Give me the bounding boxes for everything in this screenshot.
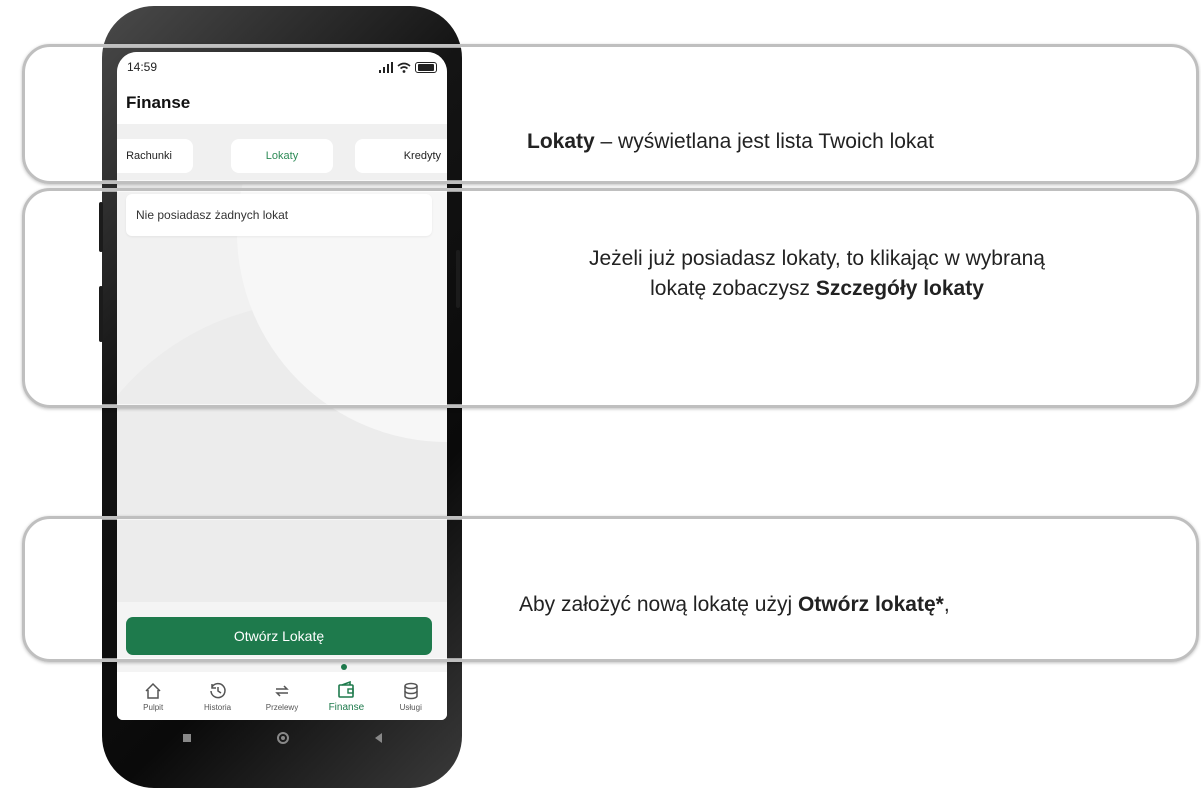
content-area: Nie posiadasz żadnych lokat xyxy=(117,182,447,602)
nav-label: Usługi xyxy=(399,702,422,712)
bottom-nav: Pulpit Historia Przelewy Finanse Usługi xyxy=(117,672,447,720)
volume-down-button xyxy=(99,286,103,342)
recent-apps-icon[interactable] xyxy=(182,734,191,742)
nav-item-uslugi[interactable]: Usługi xyxy=(383,681,439,712)
open-deposit-button[interactable]: Otwórz Lokatę xyxy=(126,617,432,655)
nav-item-pulpit[interactable]: Pulpit xyxy=(125,681,181,712)
page-title: Finanse xyxy=(126,93,191,112)
nav-item-historia[interactable]: Historia xyxy=(190,681,246,712)
nav-item-przelewy[interactable]: Przelewy xyxy=(254,681,310,712)
status-bar: 14:59 xyxy=(117,52,447,82)
callout-text: – wyświetlana jest lista Twoich lokat xyxy=(594,130,934,153)
back-icon[interactable] xyxy=(374,733,382,743)
nav-label: Historia xyxy=(204,702,232,712)
status-time: 14:59 xyxy=(127,60,158,74)
home-icon xyxy=(145,682,161,699)
history-icon xyxy=(209,682,226,698)
tab-kredyty[interactable]: Kredyty xyxy=(355,139,447,173)
callout-text: Aby założyć nową lokatę użyj xyxy=(519,593,798,616)
signal-icon xyxy=(379,61,393,73)
phone-screen: 14:59 Finanse Rachunki Lokaty Kredyty Ni… xyxy=(117,52,447,720)
nav-label: Pulpit xyxy=(143,702,164,712)
callout-text-details: Jeżeli już posiadasz lokaty, to klikając… xyxy=(507,244,1127,304)
power-button xyxy=(456,250,460,308)
tab-label: Lokaty xyxy=(265,150,299,162)
status-icons xyxy=(379,61,437,73)
nav-label: Finanse xyxy=(328,701,365,713)
home-circle-icon[interactable] xyxy=(276,732,289,744)
callout-line: lokatę zobaczysz Szczegóły lokaty xyxy=(507,274,1127,304)
open-deposit-label: Otwórz Lokatę xyxy=(233,628,325,644)
callout-line: Jeżeli już posiadasz lokaty, to klikając… xyxy=(589,247,1045,270)
database-icon xyxy=(404,682,418,699)
callout-bold: Szczegóły lokaty xyxy=(815,277,984,300)
callout-bold: Otwórz lokatę* xyxy=(797,593,944,616)
empty-state-card: Nie posiadasz żadnych lokat xyxy=(126,194,432,236)
tab-lokaty[interactable]: Lokaty xyxy=(231,139,333,173)
callout-text: lokatę zobaczysz xyxy=(650,277,816,300)
volume-up-button xyxy=(99,202,103,252)
battery-icon xyxy=(415,61,437,73)
callout-bold: Lokaty xyxy=(527,130,595,153)
wifi-icon xyxy=(397,62,411,73)
active-indicator-dot xyxy=(341,664,347,670)
callout-text: , xyxy=(943,593,950,616)
callout-text-lokaty: Lokaty – wyświetlana jest lista Twoich l… xyxy=(527,127,934,157)
app-header: Finanse xyxy=(117,82,447,124)
tab-label: Rachunki xyxy=(126,150,172,162)
tabs-bar: Rachunki Lokaty Kredyty xyxy=(117,124,447,182)
callout-text-open: Aby założyć nową lokatę użyj Otwórz loka… xyxy=(519,590,950,620)
empty-state-message: Nie posiadasz żadnych lokat xyxy=(136,208,289,222)
tab-rachunki[interactable]: Rachunki xyxy=(117,139,193,173)
system-nav-bar xyxy=(117,720,447,756)
nav-label: Przelewy xyxy=(265,702,299,712)
finance-icon xyxy=(338,680,355,698)
tab-label: Kredyty xyxy=(403,150,441,162)
transfer-icon xyxy=(275,684,289,697)
nav-item-finanse[interactable]: Finanse xyxy=(318,680,374,713)
